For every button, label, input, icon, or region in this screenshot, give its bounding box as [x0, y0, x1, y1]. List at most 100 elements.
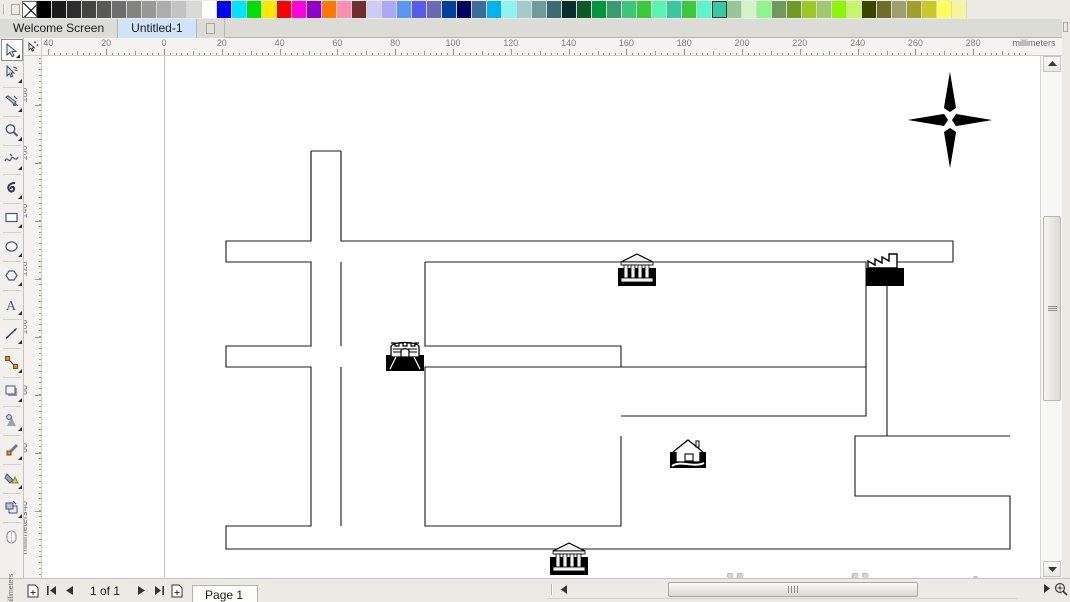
palette-more-icon[interactable]: [8, 0, 22, 19]
color-swatch[interactable]: [142, 1, 157, 18]
color-swatch[interactable]: [787, 1, 802, 18]
fill-tool-flyout-arrow[interactable]: [17, 485, 22, 489]
color-swatch[interactable]: [67, 1, 82, 18]
color-swatch[interactable]: [712, 1, 727, 18]
straight-line-connector-tool[interactable]: [0, 351, 24, 375]
color-swatch[interactable]: [487, 1, 502, 18]
transparency-tool[interactable]: [0, 409, 24, 433]
color-swatch[interactable]: [397, 1, 412, 18]
color-swatch[interactable]: [82, 1, 97, 18]
color-swatch[interactable]: [187, 1, 202, 18]
color-swatch[interactable]: [322, 1, 337, 18]
drop-shadow-tool[interactable]: [0, 380, 24, 404]
text-tool[interactable]: A: [0, 293, 24, 317]
fill-tool[interactable]: [0, 467, 24, 491]
scroll-left-icon[interactable]: [556, 582, 572, 598]
crop-tool[interactable]: [0, 90, 24, 114]
shape-edit-flyout-arrow[interactable]: [17, 79, 22, 83]
ellipse-tool-flyout-arrow[interactable]: [17, 253, 22, 257]
color-swatch[interactable]: [292, 1, 307, 18]
parallel-dimension-tool[interactable]: [0, 322, 24, 346]
color-swatch[interactable]: [937, 1, 952, 18]
color-swatch[interactable]: [502, 1, 517, 18]
view-navigator-icon[interactable]: [1054, 582, 1068, 599]
color-swatch[interactable]: [202, 1, 217, 18]
page-tab-page-1[interactable]: Page 1: [192, 584, 259, 602]
interactive-fill-tool[interactable]: [0, 496, 24, 520]
scroll-down-icon[interactable]: [1043, 561, 1061, 577]
color-swatch[interactable]: [877, 1, 892, 18]
color-swatch[interactable]: [697, 1, 712, 18]
color-swatch[interactable]: [607, 1, 622, 18]
freehand-tool-flyout-arrow[interactable]: [17, 166, 22, 170]
color-swatch[interactable]: [682, 1, 697, 18]
color-swatch[interactable]: [157, 1, 172, 18]
color-swatch[interactable]: [592, 1, 607, 18]
interactive-fill-flyout-arrow[interactable]: [17, 514, 22, 518]
color-swatch[interactable]: [427, 1, 442, 18]
color-swatch[interactable]: [832, 1, 847, 18]
color-swatch[interactable]: [892, 1, 907, 18]
color-swatch[interactable]: [727, 1, 742, 18]
zoom-tool-flyout-arrow[interactable]: [17, 137, 22, 141]
color-swatch[interactable]: [52, 1, 67, 18]
previous-page-icon[interactable]: [60, 581, 78, 601]
color-swatch[interactable]: [577, 1, 592, 18]
pick-tool[interactable]: [0, 39, 23, 61]
color-swatch[interactable]: [637, 1, 652, 18]
color-swatch[interactable]: [112, 1, 127, 18]
eyedropper-flyout-arrow[interactable]: [17, 456, 22, 460]
first-page-icon[interactable]: [42, 581, 60, 601]
color-swatch[interactable]: [412, 1, 427, 18]
vertical-ruler[interactable]: 180 160 140 120 100 80 60 40 millimeters: [24, 56, 42, 578]
add-page-icon[interactable]: [24, 581, 42, 601]
vertical-scrollbar[interactable]: [1040, 56, 1062, 578]
color-swatch[interactable]: [37, 1, 52, 18]
color-swatch[interactable]: [457, 1, 472, 18]
color-swatch[interactable]: [742, 1, 757, 18]
polygon-tool[interactable]: [0, 264, 24, 288]
color-swatch[interactable]: [862, 1, 877, 18]
crop-tool-flyout-arrow[interactable]: [17, 108, 22, 112]
color-swatch[interactable]: [352, 1, 367, 18]
color-swatch[interactable]: [232, 1, 247, 18]
color-swatch[interactable]: [547, 1, 562, 18]
color-swatch[interactable]: [757, 1, 772, 18]
drawing-canvas[interactable]: ilmuonline.net: [42, 56, 1052, 578]
color-swatch[interactable]: [517, 1, 532, 18]
vertical-scroll-thumb[interactable]: [1043, 216, 1061, 401]
nav-right-icon[interactable]: [1043, 584, 1051, 596]
color-swatch[interactable]: [472, 1, 487, 18]
color-swatch[interactable]: [172, 1, 187, 18]
rectangle-tool-flyout-arrow[interactable]: [17, 224, 22, 228]
new-document-tab-icon[interactable]: [196, 19, 225, 38]
next-page-icon[interactable]: [132, 581, 150, 601]
color-swatch[interactable]: [952, 1, 967, 18]
color-swatch[interactable]: [802, 1, 817, 18]
color-swatch[interactable]: [307, 1, 322, 18]
color-swatch[interactable]: [907, 1, 922, 18]
ruler-origin-corner[interactable]: [24, 38, 42, 56]
color-swatch[interactable]: [382, 1, 397, 18]
color-swatch[interactable]: [817, 1, 832, 18]
ellipse-tool[interactable]: [0, 235, 24, 259]
color-swatch[interactable]: [217, 1, 232, 18]
color-eyedropper-tool[interactable]: [0, 438, 24, 462]
color-swatch[interactable]: [562, 1, 577, 18]
color-swatch[interactable]: [247, 1, 262, 18]
color-swatch[interactable]: [442, 1, 457, 18]
color-swatch[interactable]: [922, 1, 937, 18]
rectangle-tool[interactable]: [0, 206, 24, 230]
dimension-tool-flyout-arrow[interactable]: [17, 340, 22, 344]
artistic-media-flyout-arrow[interactable]: [17, 195, 22, 199]
color-swatch[interactable]: [367, 1, 382, 18]
last-page-icon[interactable]: [150, 581, 168, 601]
text-tool-flyout-arrow[interactable]: [17, 311, 22, 315]
color-swatch[interactable]: [127, 1, 142, 18]
color-swatch[interactable]: [652, 1, 667, 18]
artistic-media-tool[interactable]: [0, 177, 24, 201]
zoom-tool[interactable]: [0, 119, 24, 143]
drop-shadow-flyout-arrow[interactable]: [17, 398, 22, 402]
color-swatch[interactable]: [97, 1, 112, 18]
right-dock-toggle[interactable]: [1063, 22, 1068, 32]
